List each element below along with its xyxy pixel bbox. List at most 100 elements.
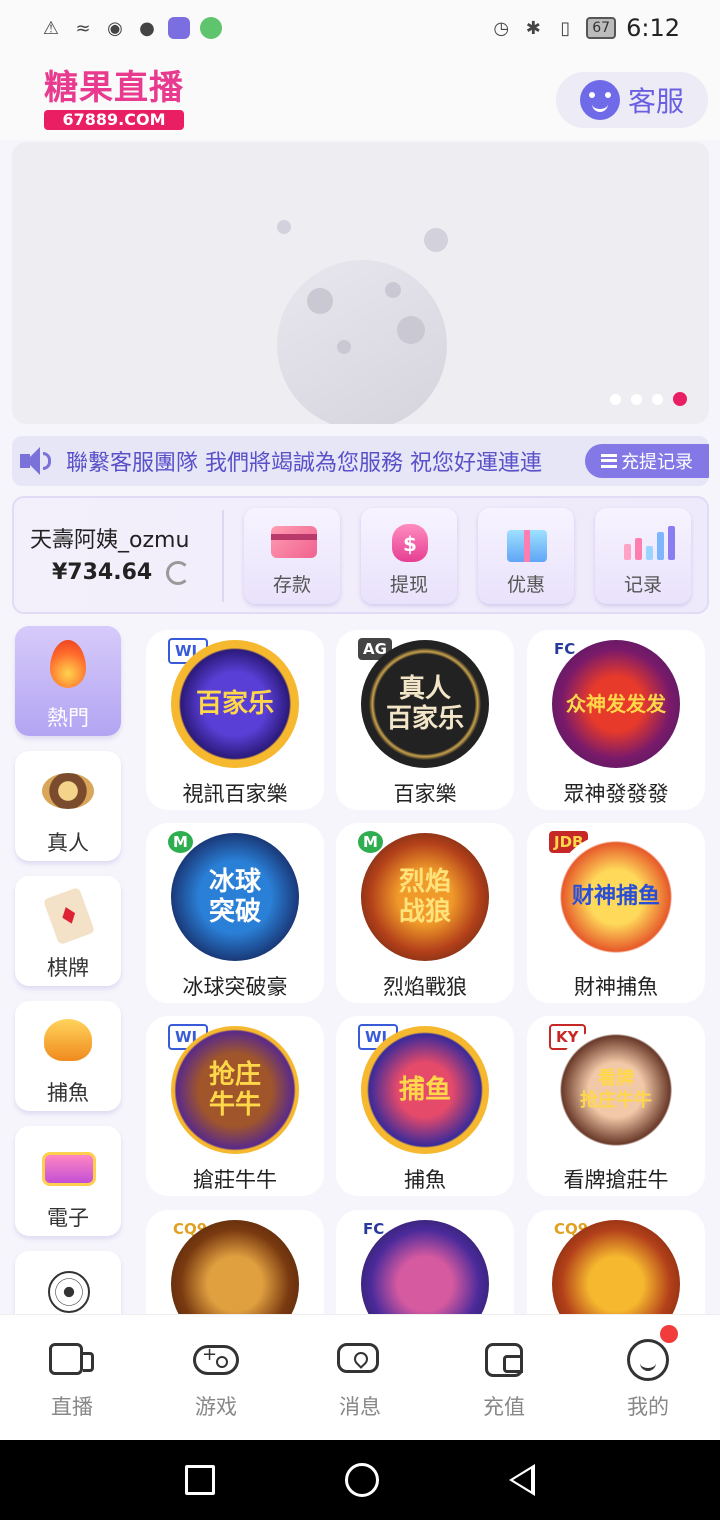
chat-bubble-icon [337,1339,383,1379]
game-label: 財神捕魚 [574,975,658,999]
category-label: 捕魚 [47,1081,89,1105]
records-label: 记录 [623,574,662,596]
banner-dot[interactable] [652,394,663,405]
nav-games[interactable]: 游戏 [144,1315,288,1440]
game-art-flame-wolf: 烈焰 战狼 [361,833,489,961]
balance-amount: ¥734.64 [52,560,153,585]
announcement-text: 聯繫客服團隊 我們將竭誠為您服務 祝您好運連連 [66,451,542,476]
game-tile[interactable]: WL 百家乐 視訊百家樂 [146,630,324,810]
promo-banner[interactable] [12,142,709,424]
deposit-label: 存款 [272,574,311,596]
game-label: 眾神發發發 [563,782,669,806]
game-art-baccarat: 真人 百家乐 [361,640,489,768]
system-navigation-bar [0,1440,720,1520]
customer-service-button[interactable]: 客服 [556,72,708,128]
playing-card-icon: ♦ [40,886,96,946]
game-art-gods-fortune: 众神发发发 [552,640,680,768]
recent-apps-icon[interactable] [185,1465,215,1495]
logo-domain: 67889.COM [44,110,184,130]
app-icon [168,17,190,39]
game-tile[interactable]: KY 看牌 抢庄牛牛 看牌搶莊牛 [527,1016,705,1196]
deposit-card-icon [267,518,317,564]
balance-row: ¥734.64 [52,560,191,585]
small-planet-icon [277,220,291,234]
game-label: 看牌搶莊牛 [563,1168,669,1192]
vibrate-icon: ▯ [560,17,571,39]
status-time: 6:12 [626,14,680,42]
chat-app-icon [200,17,222,39]
status-bar: ⚠ ≈ ◉ ● ◷ ✱ ▯ 67 6:12 [0,0,720,56]
game-tile[interactable]: M 烈焰 战狼 烈焰戰狼 [336,823,514,1003]
soccer-ball-icon [40,1263,96,1319]
nav-profile[interactable]: 我的 [576,1315,720,1440]
game-tile[interactable]: JDB 财神捕鱼 財神捕魚 [527,823,705,1003]
game-art-break-away: 冰球 突破 [171,833,299,961]
app-header: 糖果直播 67889.COM 客服 [0,56,720,140]
nav-messages[interactable]: 消息 [288,1315,432,1440]
gamepad-icon [193,1339,239,1379]
nav-recharge[interactable]: 充值 [432,1315,576,1440]
category-slots[interactable]: 電子 [15,1126,121,1236]
home-icon[interactable] [345,1463,379,1497]
category-label: 真人 [47,831,89,855]
promotions-label: 优惠 [506,574,545,596]
banner-pagination [610,392,687,406]
category-label: 電子 [47,1206,89,1230]
game-tile[interactable]: WL 捕鱼 捕魚 [336,1016,514,1196]
nav-live[interactable]: 直播 [0,1315,144,1440]
category-hot[interactable]: 熱門 [15,626,121,736]
nav-label: 游戏 [195,1395,237,1419]
status-right-icons: ◷ ✱ ▯ 67 6:12 [490,14,680,42]
refresh-icon[interactable] [166,560,191,585]
alert-icon: ⚠ [42,17,60,39]
customer-service-label: 客服 [627,85,684,118]
game-label: 搶莊牛牛 [193,1168,277,1192]
bottom-navigation: 直播 游戏 消息 充值 我的 [0,1314,720,1440]
category-label: 熱門 [47,706,89,730]
qq-icon: ● [139,17,155,39]
game-label: 捕魚 [404,1168,446,1192]
game-label: 視訊百家樂 [182,782,288,806]
announcement-marquee: 聯繫客服團隊 我們將竭誠為您服務 祝您好運連連 充提记录 [12,436,709,486]
game-art-baccarat-video: 百家乐 [171,640,299,768]
deposit-button[interactable]: 存款 [244,508,340,604]
nav-label: 消息 [339,1395,381,1419]
flame-icon [40,638,96,694]
game-tile[interactable]: AG 真人 百家乐 百家樂 [336,630,514,810]
account-card: 天壽阿姨_ozmu ¥734.64 存款 $ 提现 优惠 记录 [12,496,709,614]
category-live-casino[interactable]: 真人 [15,751,121,861]
game-tile[interactable]: WL 抢庄 牛牛 搶莊牛牛 [146,1016,324,1196]
provider-badge: M [168,831,193,853]
customer-service-icon [579,80,620,120]
game-art-bull-bull: 抢庄 牛牛 [171,1026,299,1154]
transaction-record-button[interactable]: 充提记录 [585,444,709,478]
banner-dot[interactable] [631,394,642,405]
back-icon[interactable] [509,1464,535,1496]
withdraw-button[interactable]: $ 提现 [361,508,457,604]
category-label: 棋牌 [47,956,89,980]
banner-dot-active[interactable] [673,392,687,406]
nav-label: 充值 [483,1395,525,1419]
provider-badge: M [358,831,383,853]
wallet-icon [481,1339,527,1379]
wifi-icon: ≈ [75,17,91,39]
status-left-icons: ⚠ ≈ ◉ ● [40,17,222,39]
shark-icon [40,1013,96,1069]
casino-chip-icon [40,763,96,819]
promotions-button[interactable]: 优惠 [478,508,574,604]
planet-icon [424,228,448,252]
app-logo: 糖果直播 67889.COM [44,68,186,132]
logo-text: 糖果直播 [44,68,184,108]
game-art-fortune-fishing: 财神捕鱼 [552,833,680,961]
gift-box-icon [501,518,551,564]
transaction-record-label: 充提记录 [621,452,693,473]
game-art-peek-bull: 看牌 抢庄牛牛 [552,1026,680,1154]
divider [222,510,224,602]
game-tile[interactable]: FC 众神发发发 眾神發發發 [527,630,705,810]
game-tile[interactable]: M 冰球 突破 冰球突破豪 [146,823,324,1003]
records-button[interactable]: 记录 [595,508,691,604]
alarm-icon: ◷ [493,17,510,39]
banner-dot[interactable] [610,394,621,405]
category-fishing[interactable]: 捕魚 [15,1001,121,1111]
category-card-games[interactable]: ♦ 棋牌 [15,876,121,986]
